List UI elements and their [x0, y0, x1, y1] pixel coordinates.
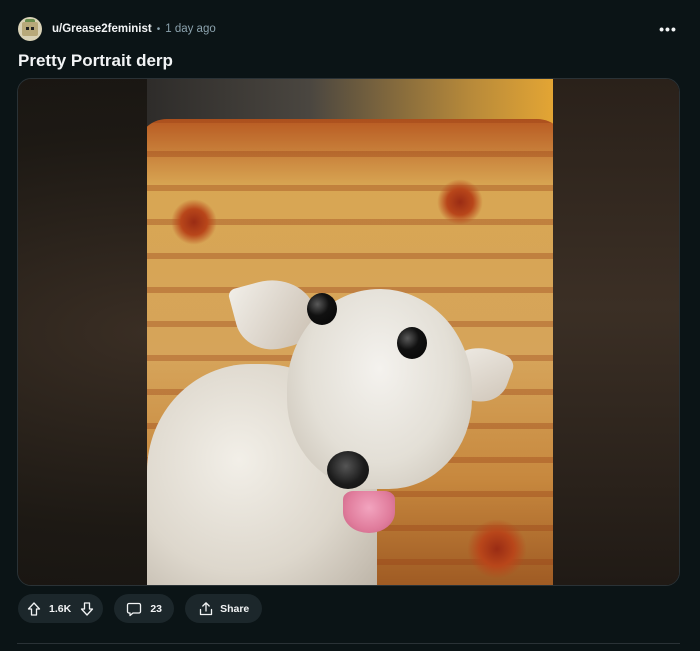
separator-dot: •: [156, 23, 161, 35]
media-blur-background-right: [551, 79, 679, 585]
vote-control: 1.6K: [18, 594, 104, 623]
comment-bubble-icon: [126, 601, 142, 617]
post-timestamp: 1 day ago: [165, 23, 216, 35]
arrow-down-icon[interactable]: [79, 601, 95, 617]
post-header: u/Grease2feminist • 1 day ago •••: [18, 15, 682, 43]
post-image[interactable]: [147, 79, 553, 585]
more-options-button[interactable]: •••: [654, 19, 682, 39]
arrow-up-icon[interactable]: [26, 601, 42, 617]
post-divider: [17, 643, 680, 644]
share-icon: [198, 601, 214, 617]
comments-button[interactable]: 23: [114, 594, 175, 623]
more-options-icon: •••: [659, 21, 677, 37]
post-media[interactable]: [17, 78, 680, 586]
post-actions: 1.6K 23 Share: [18, 594, 263, 623]
user-avatar[interactable]: [18, 17, 42, 41]
post-title[interactable]: Pretty Portrait derp: [18, 51, 173, 71]
vote-count: 1.6K: [49, 602, 72, 615]
author-link[interactable]: u/Grease2feminist: [52, 23, 152, 35]
share-label: Share: [220, 602, 250, 615]
share-button[interactable]: Share: [185, 594, 263, 623]
comment-count: 23: [150, 602, 163, 615]
